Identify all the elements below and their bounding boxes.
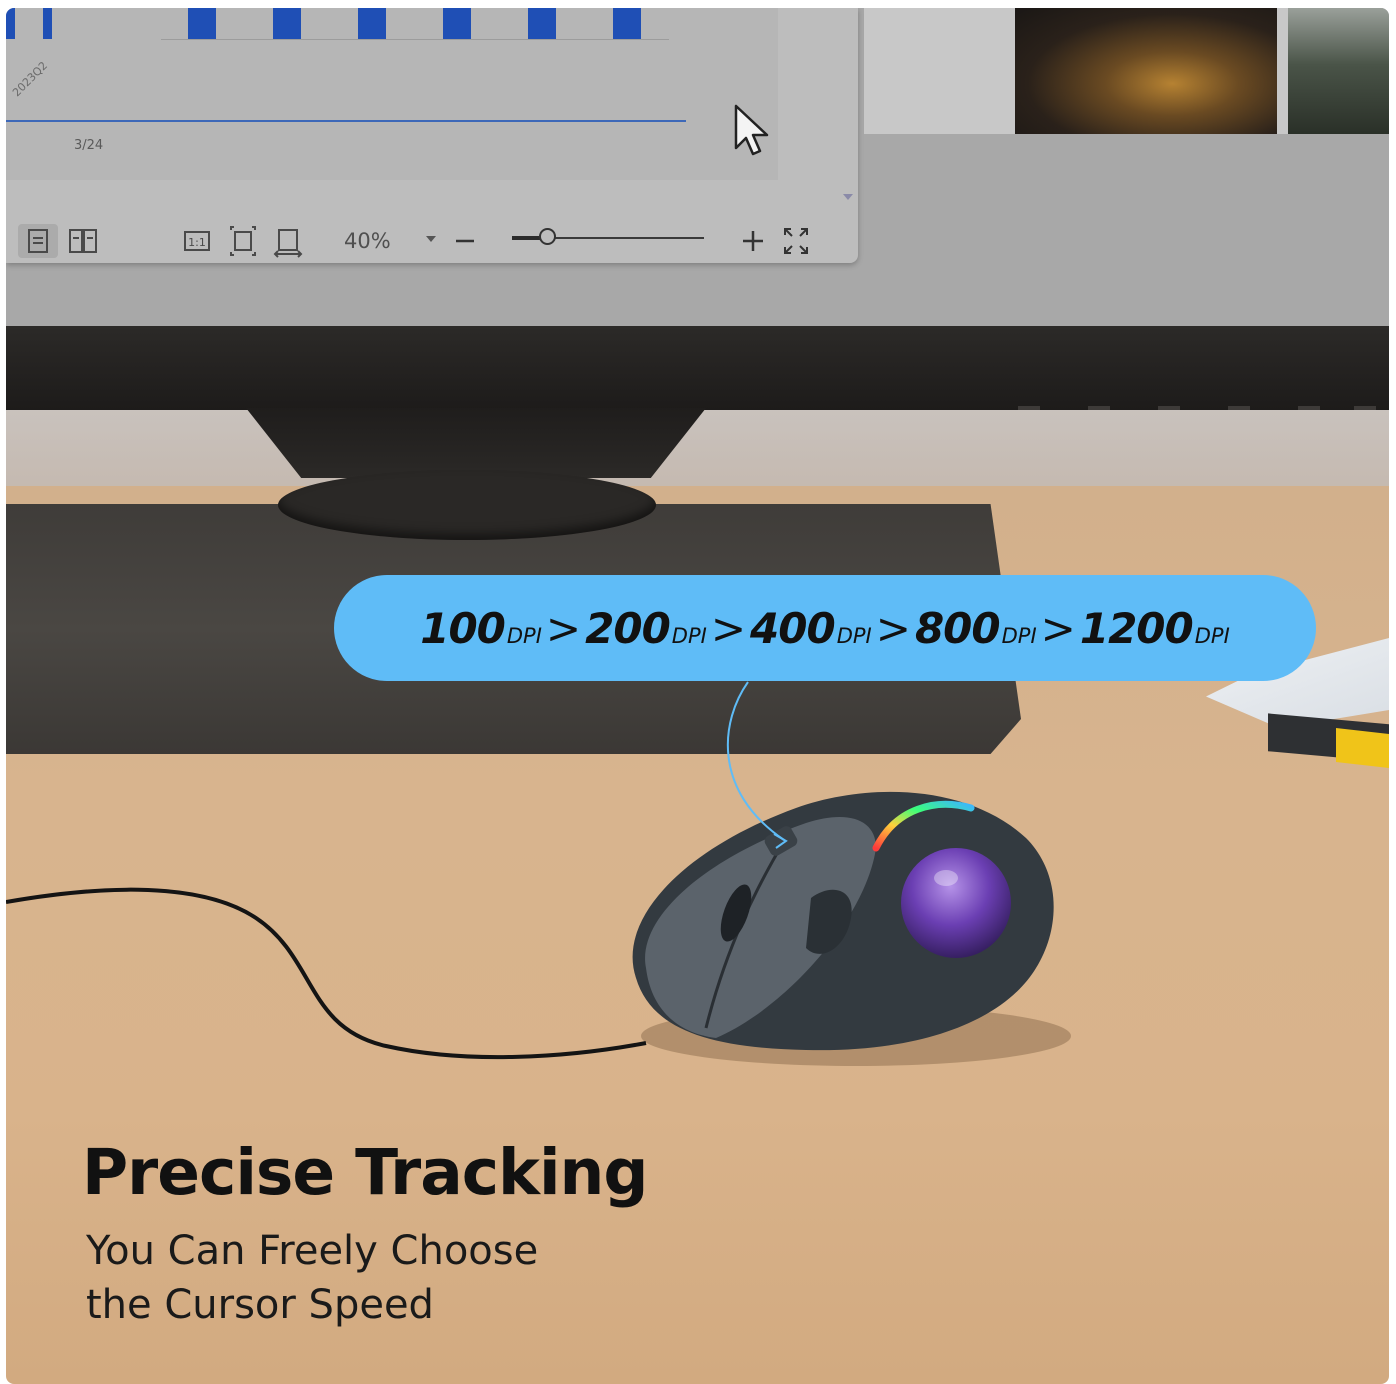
dpi-separator: > (875, 603, 911, 653)
chart-bar (613, 8, 641, 39)
dpi-value: 1200 (1079, 603, 1194, 653)
mouse-pointer-icon (732, 104, 772, 164)
monitor-screen: 2023Q2 3/24 1:1 40% (6, 8, 1389, 334)
headline-subtitle: You Can Freely Choose the Cursor Speed (86, 1224, 786, 1332)
monitor-button (1354, 406, 1376, 410)
scroll-down-arrow-icon[interactable] (843, 194, 853, 200)
dpi-unit: DPI (1001, 624, 1037, 648)
monitor-stand-ring (278, 470, 656, 540)
document-page: 2023Q2 3/24 (6, 8, 778, 180)
chart-bar (443, 8, 471, 39)
zoom-level[interactable]: 40% (344, 219, 391, 263)
single-page-icon[interactable] (18, 224, 58, 258)
fullscreen-icon[interactable] (781, 224, 811, 258)
zoom-slider-handle[interactable] (538, 228, 556, 245)
photo-thumbnail[interactable] (1288, 8, 1389, 134)
zoom-in-icon[interactable] (741, 219, 765, 263)
monitor-button (1088, 406, 1110, 410)
dpi-separator: > (1040, 603, 1076, 653)
dpi-levels: 100 DPI > 200 DPI > 400 DPI > 800 DPI > 1200… (334, 575, 1316, 681)
svg-text:1:1: 1:1 (188, 236, 206, 249)
mouse-cable (6, 887, 647, 1060)
subtitle-line: the Cursor Speed (86, 1282, 434, 1328)
monitor-button (1018, 406, 1040, 410)
monitor-button (1228, 406, 1250, 410)
monitor-bezel (6, 326, 1389, 410)
fit-page-icon[interactable] (228, 224, 258, 258)
dpi-unit: DPI (671, 624, 707, 648)
zoom-out-icon[interactable] (454, 219, 476, 263)
page-indicator: 3/24 (74, 138, 104, 153)
monitor-button (1298, 406, 1320, 410)
callout-pointer (726, 681, 788, 849)
zoom-dropdown-icon[interactable] (426, 236, 436, 242)
dpi-value: 200 (585, 603, 671, 653)
chart-gridline (161, 39, 669, 40)
dpi-value: 100 (420, 603, 506, 653)
dpi-unit: DPI (506, 624, 542, 648)
dpi-unit: DPI (1194, 624, 1230, 648)
dpi-value: 800 (914, 603, 1001, 653)
dpi-separator: > (710, 603, 747, 653)
dpi-separator: > (545, 603, 582, 653)
photo-thumbnail[interactable] (1015, 8, 1277, 134)
chart-bar (6, 8, 15, 39)
chart-bar (528, 8, 556, 39)
chart-bar (358, 8, 386, 39)
fit-width-icon[interactable] (273, 224, 303, 258)
chart-bar (43, 8, 52, 39)
chart-tick-label: 2023Q2 (10, 59, 51, 100)
dpi-levels-callout: 100 DPI > 200 DPI > 400 DPI > 800 DPI > 1200… (334, 575, 1316, 681)
dpi-unit: DPI (836, 624, 872, 648)
chart-bar (273, 8, 301, 39)
chart-line (6, 120, 686, 122)
monitor-button (1158, 406, 1180, 410)
pdf-viewer-window: 2023Q2 3/24 1:1 40% (6, 8, 858, 263)
notebook-tab (1336, 728, 1389, 768)
viewer-toolbar: 1:1 40% (6, 219, 858, 263)
product-image: 2023Q2 3/24 1:1 40% 100 DPI > 200 DPI > … (6, 8, 1389, 1384)
actual-size-icon[interactable]: 1:1 (182, 224, 212, 258)
headline-title: Precise Tracking (82, 1136, 648, 1209)
dpi-value: 400 (750, 603, 836, 653)
monitor-stand-neck (246, 408, 706, 478)
chart-bar (188, 8, 216, 39)
trackball-mouse (632, 791, 1071, 1066)
subtitle-line: You Can Freely Choose (86, 1228, 539, 1274)
two-page-icon[interactable] (66, 224, 100, 258)
